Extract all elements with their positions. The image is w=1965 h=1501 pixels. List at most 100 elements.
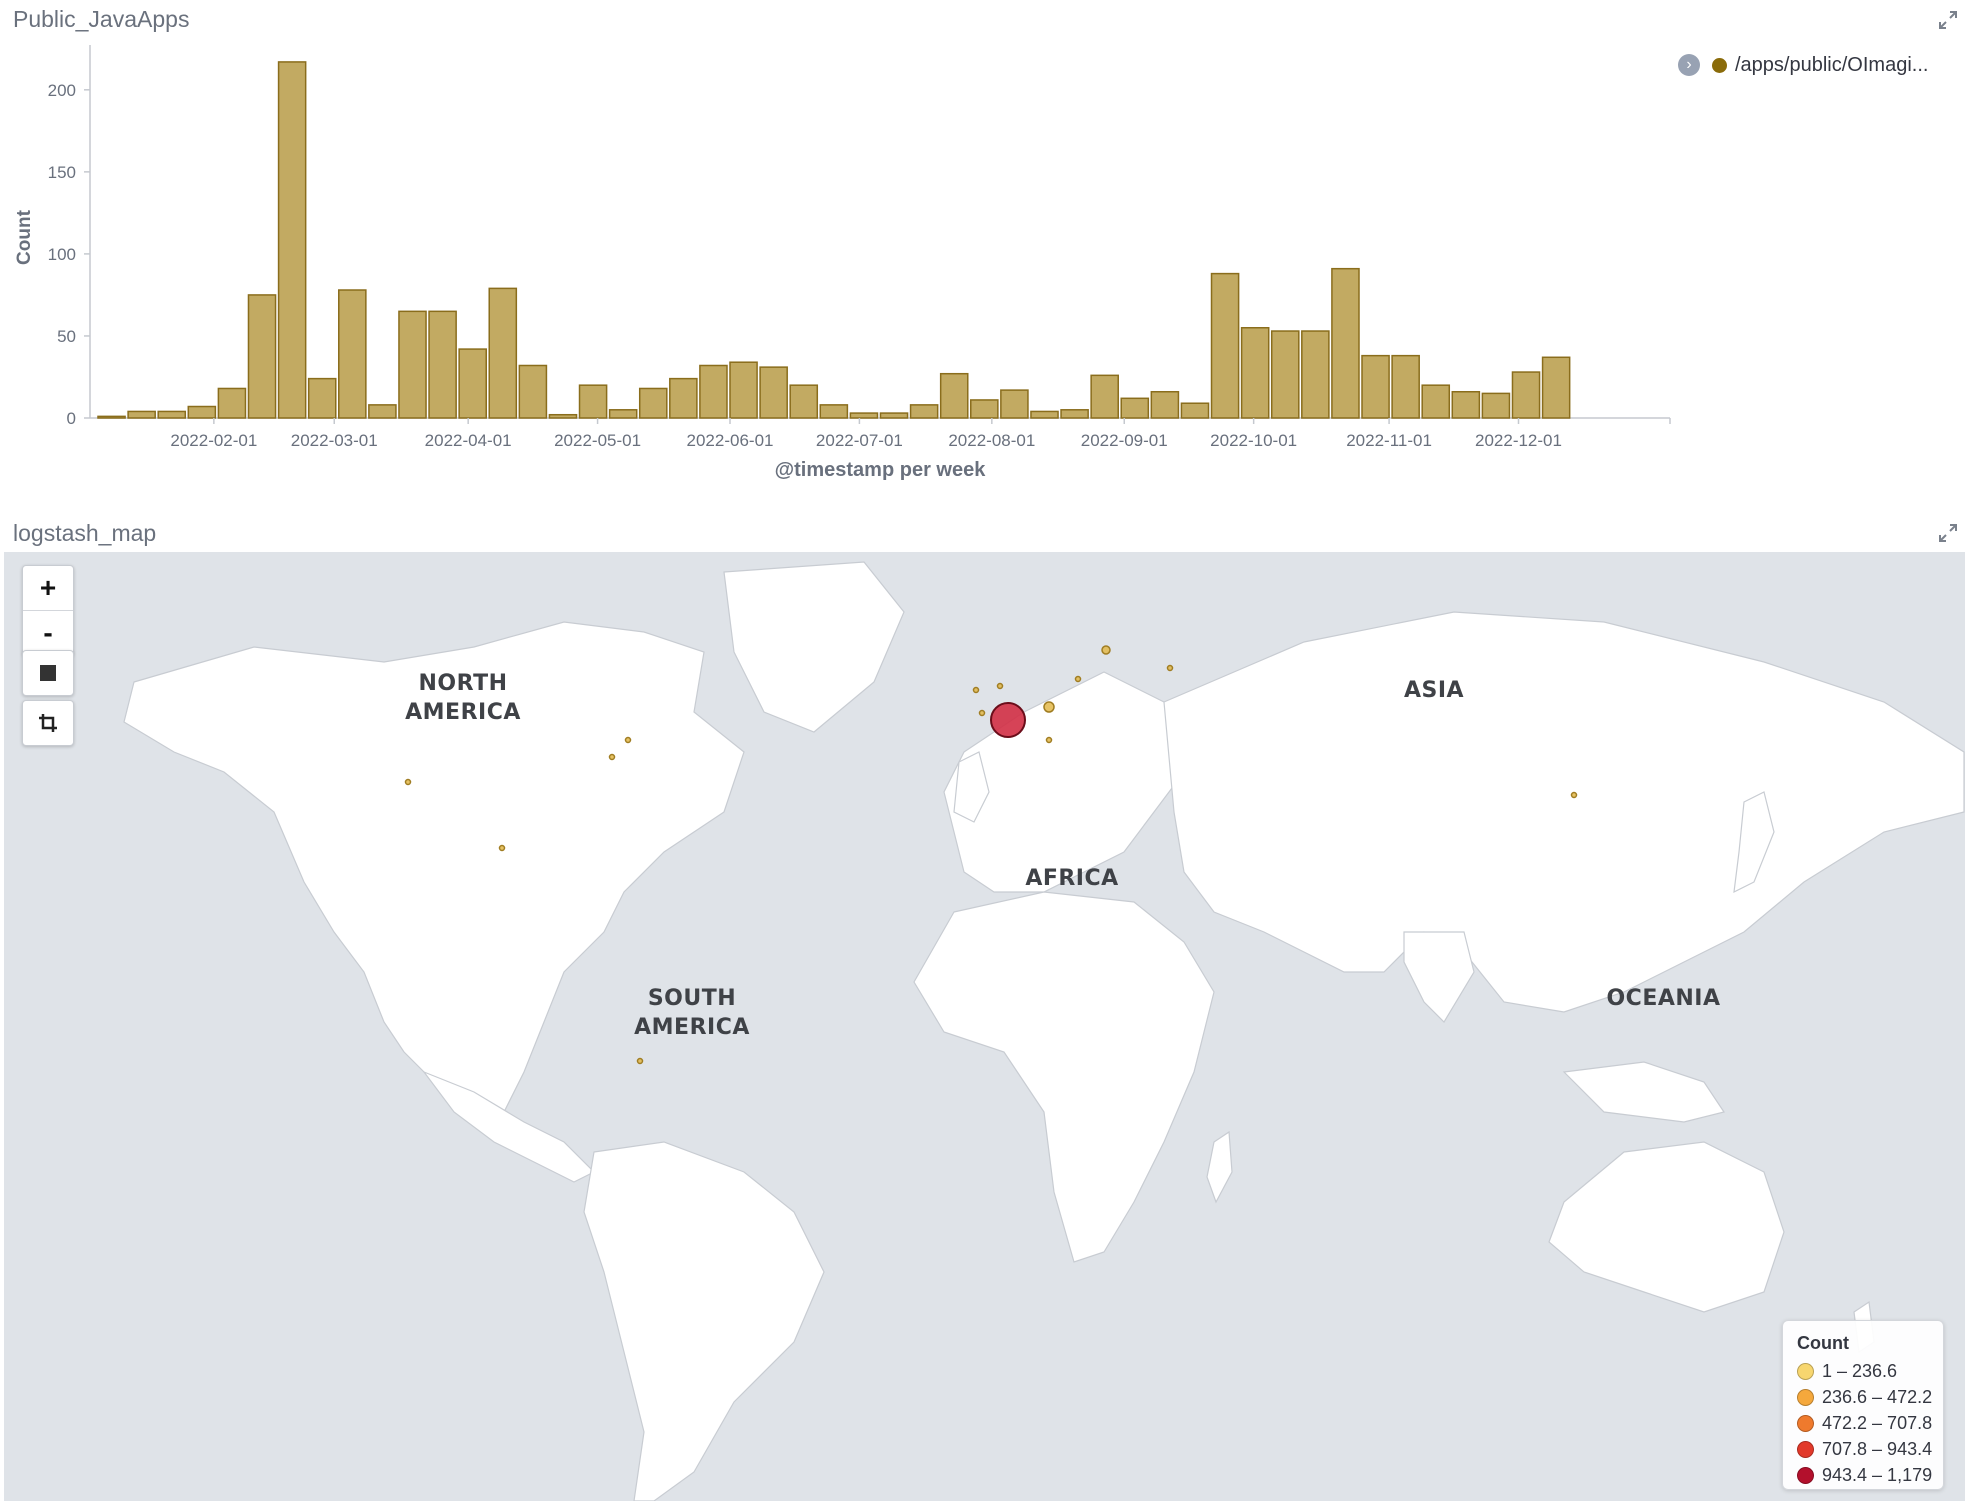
bar-chart: 0 50 100 150 200 Count 2022-02-01 2022-03-01 202… [14, 45, 1671, 481]
y-tick-label: 200 [48, 81, 76, 100]
x-tick-label: 2022-12-01 [1475, 431, 1562, 450]
map-marker[interactable] [1074, 675, 1082, 683]
bar [277, 61, 307, 419]
x-tick-label: 2022-10-01 [1210, 431, 1297, 450]
legend-range: 707.8 – 943.4 [1822, 1439, 1933, 1459]
legend-swatch [1797, 1467, 1814, 1484]
bar [1180, 402, 1210, 419]
fit-bounds-button[interactable] [23, 701, 73, 745]
chart-legend[interactable]: › /apps/public/OImagi... [1678, 50, 1928, 80]
bar [759, 366, 788, 419]
bar [1541, 356, 1571, 419]
bar [789, 384, 819, 419]
bar [819, 404, 849, 419]
bar [518, 364, 548, 419]
bar [157, 410, 187, 419]
y-tick-label: 50 [57, 327, 76, 346]
zoom-out-button[interactable]: - [23, 610, 73, 655]
bar [1270, 330, 1300, 419]
bar [608, 409, 638, 419]
map-marker[interactable] [1045, 736, 1053, 744]
panel-title-public-javaapps: Public_JavaApps [13, 6, 190, 32]
legend-series-label[interactable]: /apps/public/OImagi... [1735, 54, 1928, 77]
map-canvas[interactable] [4, 552, 1965, 1501]
bar [1120, 397, 1150, 419]
africa-shape [913, 891, 1215, 1263]
map-marker[interactable] [996, 682, 1004, 690]
legend-swatch [1797, 1441, 1814, 1458]
bar [247, 294, 277, 419]
map-marker[interactable] [498, 844, 506, 852]
x-tick-label: 2022-11-01 [1346, 431, 1432, 450]
map-legend-row: 472.2 – 707.8 [1797, 1413, 1932, 1434]
x-tick-label: 2022-04-01 [425, 431, 512, 450]
legend-range: 943.4 – 1,179 [1822, 1465, 1933, 1485]
australia-shape [1548, 1141, 1785, 1313]
legend-range: 1 – 236.6 [1822, 1361, 1898, 1381]
draw-shape-control [22, 650, 74, 696]
legend-range: 472.2 – 707.8 [1822, 1413, 1933, 1433]
bar [578, 384, 608, 419]
bar [879, 412, 909, 419]
map-marker[interactable] [972, 686, 980, 694]
label-asia: ASIA [1403, 678, 1465, 703]
legend-range: 236.6 – 472.2 [1822, 1387, 1933, 1407]
map-marker[interactable] [1043, 701, 1055, 713]
map-marker[interactable] [990, 702, 1026, 738]
bar [638, 387, 668, 419]
expand-icon[interactable] [1937, 9, 1959, 31]
crop-icon [39, 714, 57, 732]
map-marker[interactable] [978, 709, 986, 717]
bar [338, 289, 367, 419]
x-tick-label: 2022-08-01 [948, 431, 1035, 450]
x-tick-label: 2022-07-01 [816, 431, 903, 450]
draw-rectangle-button[interactable] [23, 651, 73, 695]
map-marker[interactable] [404, 778, 412, 786]
y-tick-label: 0 [67, 409, 76, 428]
label-africa: AFRICA [1025, 866, 1119, 891]
bar [97, 415, 126, 419]
greenland-shape [723, 561, 905, 733]
asia-shape [1163, 611, 1965, 1013]
crop-control [22, 700, 74, 746]
map-marker[interactable] [624, 736, 632, 744]
bar [909, 404, 939, 419]
y-tick-label: 150 [48, 163, 76, 182]
zoom-controls: + - [22, 565, 74, 656]
map-marker[interactable] [1101, 645, 1111, 655]
bar [368, 404, 397, 419]
bar [849, 412, 879, 419]
madagascar-shape [1206, 1130, 1233, 1204]
bar [548, 413, 578, 419]
legend-series-dot [1712, 57, 1727, 73]
south-america-shape [583, 1141, 825, 1501]
bar [1421, 384, 1451, 419]
label-oceania: OCEANIA [1606, 986, 1721, 1011]
legend-swatch [1797, 1389, 1814, 1406]
world-map[interactable]: + - NORTH AMERICA SOUTH AMERICA ASIA AFRIC… [4, 552, 1965, 1501]
legend-toggle-icon[interactable]: › [1678, 54, 1700, 76]
map-legend-title: Count [1797, 1333, 1849, 1353]
map-legend-row: 707.8 – 943.4 [1797, 1439, 1932, 1460]
bar [1301, 330, 1330, 419]
expand-icon[interactable] [1937, 522, 1959, 544]
label-north-america: NORTH AMERICA [405, 671, 521, 725]
bar [1090, 374, 1119, 419]
bar [398, 310, 427, 419]
bar [1240, 327, 1270, 419]
bar [939, 372, 969, 419]
bar [217, 387, 247, 419]
map-marker[interactable] [1166, 664, 1174, 672]
map-marker[interactable] [1570, 791, 1578, 799]
square-icon [40, 665, 56, 681]
x-axis-label: @timestamp per week [775, 459, 987, 481]
bar [187, 405, 217, 419]
india-shape [1403, 931, 1475, 1023]
bar [1210, 272, 1240, 419]
map-legend-row: 943.4 – 1,179 [1797, 1465, 1932, 1486]
map-legend-row: 1 – 236.6 [1797, 1361, 1897, 1382]
map-marker[interactable] [608, 753, 616, 761]
zoom-in-button[interactable]: + [23, 566, 73, 610]
map-marker[interactable] [636, 1057, 644, 1065]
bar [729, 361, 758, 419]
